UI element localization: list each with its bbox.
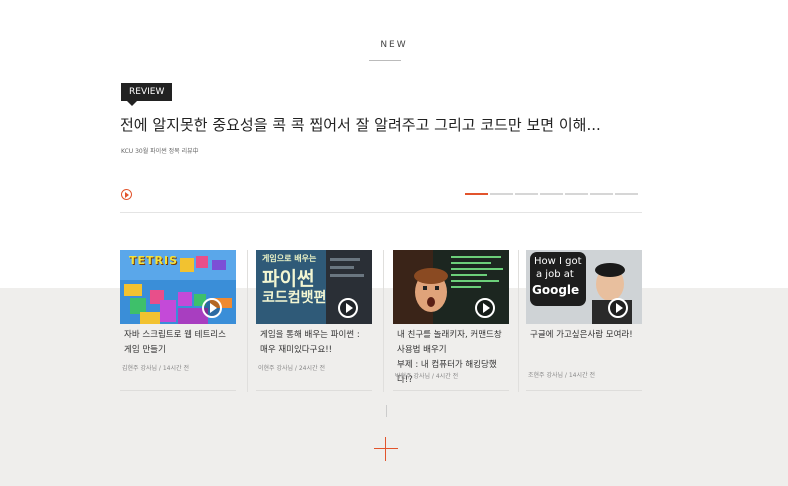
thumbnail-title: 코드컴뱃편 xyxy=(262,290,327,306)
play-video-icon[interactable] xyxy=(202,298,222,318)
card-bottom-line xyxy=(526,390,642,391)
pager-dot-7[interactable] xyxy=(615,193,638,195)
pager-dot-2[interactable] xyxy=(490,193,513,195)
card-bottom-line xyxy=(393,390,509,391)
plus-icon[interactable] xyxy=(374,437,398,461)
video-title-line: 게임 만들기 xyxy=(124,345,166,355)
card-bottom-line xyxy=(120,390,236,391)
pager-dot-1[interactable] xyxy=(465,193,488,195)
play-video-icon[interactable] xyxy=(608,298,628,318)
section-title-underline xyxy=(369,60,401,61)
featured-headline[interactable]: 전에 알지못한 중요성을 콕 콕 찝어서 잘 알려주고 그리고 코드만 보면 이… xyxy=(120,114,660,135)
featured-meta: KCU 30월 파이썬 정복 리뷰中 xyxy=(121,148,199,155)
video-card[interactable]: TETRIS 자바 스크립트로 웹 테트리스 게임 만들기 김현주 강사님 / … xyxy=(120,250,236,392)
play-icon[interactable] xyxy=(121,189,132,200)
video-title-line: 자바 스크립트로 웹 테트리스 xyxy=(124,330,226,340)
review-badge: REVIEW xyxy=(121,83,173,106)
section-divider xyxy=(120,212,642,213)
video-author: 조현주 강사님 / 14시간 전 xyxy=(528,372,595,379)
video-thumbnail[interactable]: 게임으로 배우는 파이썬 코드컴뱃편 xyxy=(256,250,372,324)
video-title-line: 내 친구를 놀래키자, 커맨드창 xyxy=(397,330,502,340)
card-separator xyxy=(383,250,384,392)
play-video-icon[interactable] xyxy=(338,298,358,318)
video-author: 박현주 강사님 / 4시간 전 xyxy=(395,373,459,380)
video-title-line: 매우 재미있다구요!! xyxy=(260,345,333,355)
video-title-line: 구글에 가고싶은사람 모여라! xyxy=(530,330,633,340)
video-title[interactable]: 게임을 통해 배우는 파이썬 : 매우 재미있다구요!! xyxy=(260,328,372,358)
carousel-pager xyxy=(465,193,638,195)
video-author: 이현주 강사님 / 24시간 전 xyxy=(258,365,325,372)
pager-dot-3[interactable] xyxy=(515,193,538,195)
thumbnail-title: TETRIS xyxy=(129,254,179,267)
thumbnail-subtitle: 게임으로 배우는 xyxy=(262,254,317,263)
card-separator xyxy=(247,250,248,392)
video-card[interactable]: How I got a job at Google 구글에 가고싶은사람 모여라… xyxy=(526,250,642,392)
play-video-icon[interactable] xyxy=(475,298,495,318)
thumbnail-google-text: Google xyxy=(532,283,580,297)
thumbnail-text: a job at xyxy=(536,269,574,280)
video-title[interactable]: 구글에 가고싶은사람 모여라! xyxy=(530,328,642,343)
video-title-line: 사용법 배우기 xyxy=(397,345,447,355)
pager-dot-5[interactable] xyxy=(565,193,588,195)
card-separator xyxy=(518,250,519,392)
video-thumbnail[interactable]: TETRIS xyxy=(120,250,236,324)
section-title: NEW xyxy=(380,40,408,50)
more-divider xyxy=(386,405,387,417)
video-title[interactable]: 자바 스크립트로 웹 테트리스 게임 만들기 xyxy=(124,328,236,358)
pager-dot-4[interactable] xyxy=(540,193,563,195)
video-card[interactable]: 내 친구를 놀래키자, 커맨드창 사용법 배우기 부제 : 내 컴퓨터가 해킹당… xyxy=(393,250,509,392)
video-card[interactable]: 게임으로 배우는 파이썬 코드컴뱃편 게임을 통해 배우는 파이썬 : 매우 재… xyxy=(256,250,372,392)
thumbnail-text: How I got xyxy=(534,256,582,267)
card-bottom-line xyxy=(256,390,372,391)
pager-dot-6[interactable] xyxy=(590,193,613,195)
video-thumbnail[interactable]: How I got a job at Google xyxy=(526,250,642,324)
video-thumbnail[interactable] xyxy=(393,250,509,324)
video-author: 김현주 강사님 / 14시간 전 xyxy=(122,365,189,372)
video-title-line: 게임을 통해 배우는 파이썬 : xyxy=(260,330,360,340)
